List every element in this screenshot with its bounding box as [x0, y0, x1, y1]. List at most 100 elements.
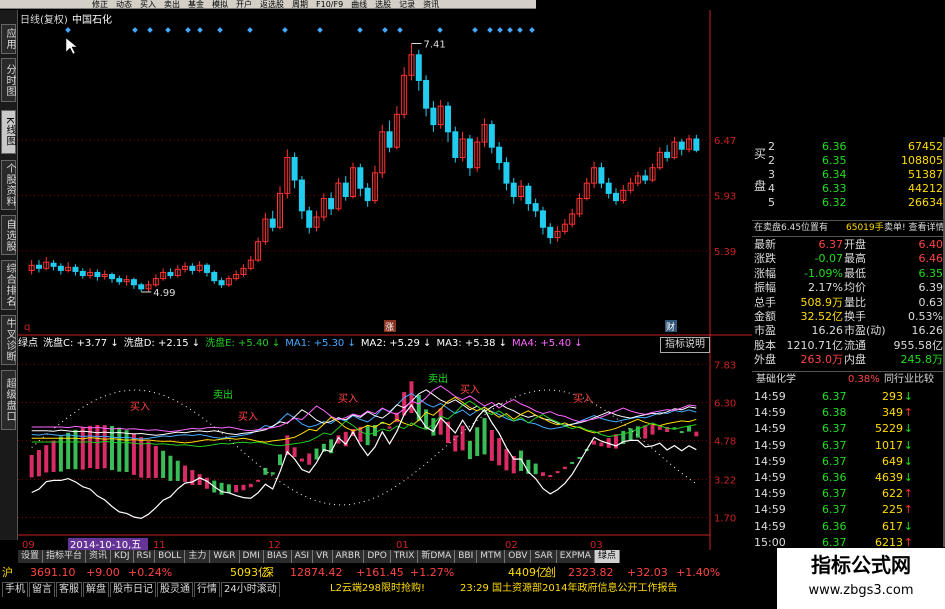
- tick-volume: 4639: [875, 471, 903, 484]
- stat-value: 0.53%: [908, 310, 943, 323]
- arrow-down-icon: ↓: [903, 390, 913, 403]
- order-level-volume: 108805: [901, 154, 943, 167]
- stat-label: 外盘: [754, 353, 776, 367]
- tick-row: 14:59 6.37 622 ↑: [752, 486, 945, 501]
- ticker-promo[interactable]: L2云端298限时抢购!: [330, 582, 425, 596]
- menu-item[interactable]: 动态: [116, 0, 132, 8]
- sidebar-tab[interactable]: 牛叉诊断: [1, 315, 16, 365]
- menu-item[interactable]: 模拟: [212, 0, 228, 8]
- indicator-tab[interactable]: EXPMA: [556, 550, 595, 563]
- menu-item[interactable]: 记录: [399, 0, 415, 8]
- menu-item[interactable]: 周期: [292, 0, 308, 8]
- indicator-tab[interactable]: SAR: [531, 550, 557, 563]
- indicator-tab[interactable]: TRIX: [390, 550, 419, 563]
- indicator-tab[interactable]: OBV: [505, 550, 532, 563]
- order-level-row: 4 6.33 44212: [752, 181, 945, 196]
- stat-label: 金额: [754, 310, 776, 323]
- sidebar-tab[interactable]: K线图: [1, 110, 16, 154]
- indicator-tab[interactable]: 指标平台: [43, 550, 87, 563]
- sidebar-tab[interactable]: 综合排名: [1, 260, 16, 310]
- sector-row[interactable]: 基础化学 0.38% 同行业比较: [752, 371, 945, 387]
- ind-bar: [592, 440, 597, 445]
- indicator-legend: 绿点 洗盘C: +3.77 ↓ 洗盘D: +2.15 ↓ 洗盘E: +5.40 ↓ MA…: [18, 337, 583, 350]
- indicator-tab[interactable]: ARBR: [332, 550, 365, 563]
- menu-item[interactable]: 买入: [140, 0, 156, 8]
- order-level-price: 6.35: [822, 154, 847, 167]
- bottom-button[interactable]: 客服: [56, 582, 82, 598]
- indicator-tab[interactable]: 绿点: [594, 550, 620, 563]
- bottom-button[interactable]: 24小时滚动: [221, 582, 280, 598]
- indicator-tab[interactable]: RSI: [133, 550, 156, 563]
- menu-item[interactable]: 开户: [236, 0, 252, 8]
- menu-item[interactable]: 选股: [375, 0, 391, 8]
- notice-link[interactable]: 卖单! 查看详情: [884, 221, 944, 236]
- legend-item: 洗盘D: +2.15 ↓: [123, 338, 201, 349]
- menu-item[interactable]: 返选股: [260, 0, 284, 8]
- indicator-tab[interactable]: 主力: [185, 550, 211, 563]
- sidebar-tab[interactable]: 分时图: [1, 58, 16, 102]
- stat-label: 涨幅: [754, 266, 776, 280]
- bottom-button[interactable]: 解盘: [83, 582, 109, 598]
- sidebar-tab[interactable]: 自选股: [1, 215, 16, 255]
- indicator-tab[interactable]: BBI: [455, 550, 478, 563]
- bottom-button[interactable]: 股灵通: [157, 582, 193, 598]
- menu-item[interactable]: 修正: [92, 0, 108, 8]
- tick-price: 6.36: [822, 471, 847, 484]
- sidebar-tab[interactable]: 应用: [1, 24, 16, 54]
- indicator-tab[interactable]: 资讯: [86, 550, 112, 563]
- ind-bar: [197, 474, 202, 486]
- ind-bar: [643, 425, 648, 439]
- signal-diamond: [317, 27, 323, 33]
- signal-diamond: [282, 27, 288, 33]
- ind-bar: [256, 479, 261, 482]
- stat-row: 涨幅 -1.09% 最低 6.35: [752, 266, 945, 281]
- kline-chart[interactable]: 6.47 5.93 5.39 7.41 4.99 q 涨 财 7.83 6.30 4.78 3.22 1…: [18, 10, 752, 550]
- menu-item[interactable]: 基金: [188, 0, 204, 8]
- menu-item[interactable]: 资讯: [423, 0, 439, 8]
- indicator-tab[interactable]: DMI: [239, 550, 264, 563]
- x-axis-label: 2014-10-10,五: [70, 540, 141, 550]
- menu-item[interactable]: F10/F9: [316, 0, 343, 8]
- bottom-button[interactable]: 留言: [29, 582, 55, 598]
- stat-value: 508.9万: [800, 295, 844, 309]
- sector-compare[interactable]: 同行业比较: [884, 372, 934, 387]
- indicator-tab[interactable]: W&R: [210, 550, 240, 563]
- bottom-button[interactable]: 股市日记: [110, 582, 156, 598]
- menu-item[interactable]: 卖出: [164, 0, 180, 8]
- candle-body: [488, 124, 495, 148]
- indicator-tab[interactable]: BIAS: [263, 550, 292, 563]
- tick-row: 14:59 6.36 4639 ↓: [752, 470, 945, 485]
- arrow-down-icon: ↓: [903, 471, 913, 484]
- stat-row: 金额 32.52亿 换手 0.53%: [752, 309, 945, 324]
- quote-panel: 买盘 2 6.36 67452 2 6.35 108805 3 6.34 51387 4 6.33 44…: [752, 137, 945, 549]
- indicator-tab[interactable]: ASI: [291, 550, 314, 563]
- indicator-tab[interactable]: DPO: [364, 550, 391, 563]
- watermark: 指标公式网 www.zbgs3.com: [777, 548, 945, 609]
- candle-body: [678, 141, 685, 150]
- indicator-tab[interactable]: 设置: [18, 550, 44, 563]
- stat-row: 振幅 2.17% 均价 6.39: [752, 280, 945, 295]
- ticker-news[interactable]: 国土资源部2014年政府信息公开工作报告: [492, 582, 677, 596]
- sidebar-tab[interactable]: 个股资料: [1, 160, 16, 210]
- tick-price: 6.37: [822, 438, 847, 452]
- bottom-button[interactable]: 手机: [2, 582, 28, 598]
- sidebar-tab[interactable]: 超级盘口: [1, 370, 16, 430]
- stat-label: 换手: [844, 310, 866, 323]
- indicator-tab[interactable]: 新DMA: [418, 550, 456, 563]
- tick-volume: 622: [882, 487, 903, 501]
- indicator-tab[interactable]: BOLL: [155, 550, 186, 563]
- indicator-tab[interactable]: KDJ: [111, 550, 134, 563]
- menu-item[interactable]: 曲线: [351, 0, 367, 8]
- sell-notice[interactable]: 在卖盘6.45位置有 65019手 卖单! 查看详情: [752, 220, 945, 237]
- indicator-tab[interactable]: VR: [313, 550, 333, 563]
- x-axis-label: 01: [396, 540, 409, 550]
- ind-bar: [489, 430, 494, 461]
- bottom-button[interactable]: 行情: [194, 582, 220, 598]
- ind-bar: [234, 484, 239, 493]
- signal-diamond: [147, 27, 153, 33]
- indicator-help-button[interactable]: 指标说明: [660, 337, 710, 353]
- indicator-tab[interactable]: MTM: [477, 550, 506, 563]
- signal-diamond: [507, 27, 513, 33]
- ind-bar: [183, 465, 188, 482]
- tick-volume: 617: [882, 519, 903, 533]
